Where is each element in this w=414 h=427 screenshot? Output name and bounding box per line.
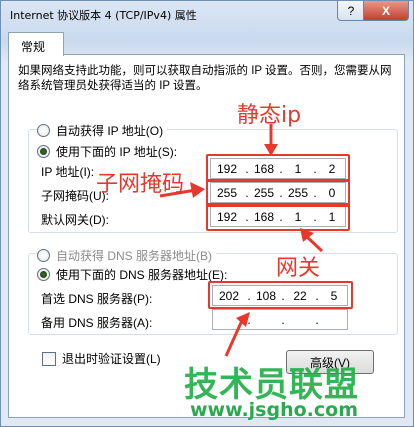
arrow-gateway-icon <box>304 234 324 253</box>
tab-general[interactable]: 常规 <box>8 32 64 56</box>
tab-general-label: 常规 <box>21 40 46 54</box>
watermark-url: www.jsgho.com <box>190 399 358 421</box>
arrow-subnet-icon <box>159 188 197 198</box>
